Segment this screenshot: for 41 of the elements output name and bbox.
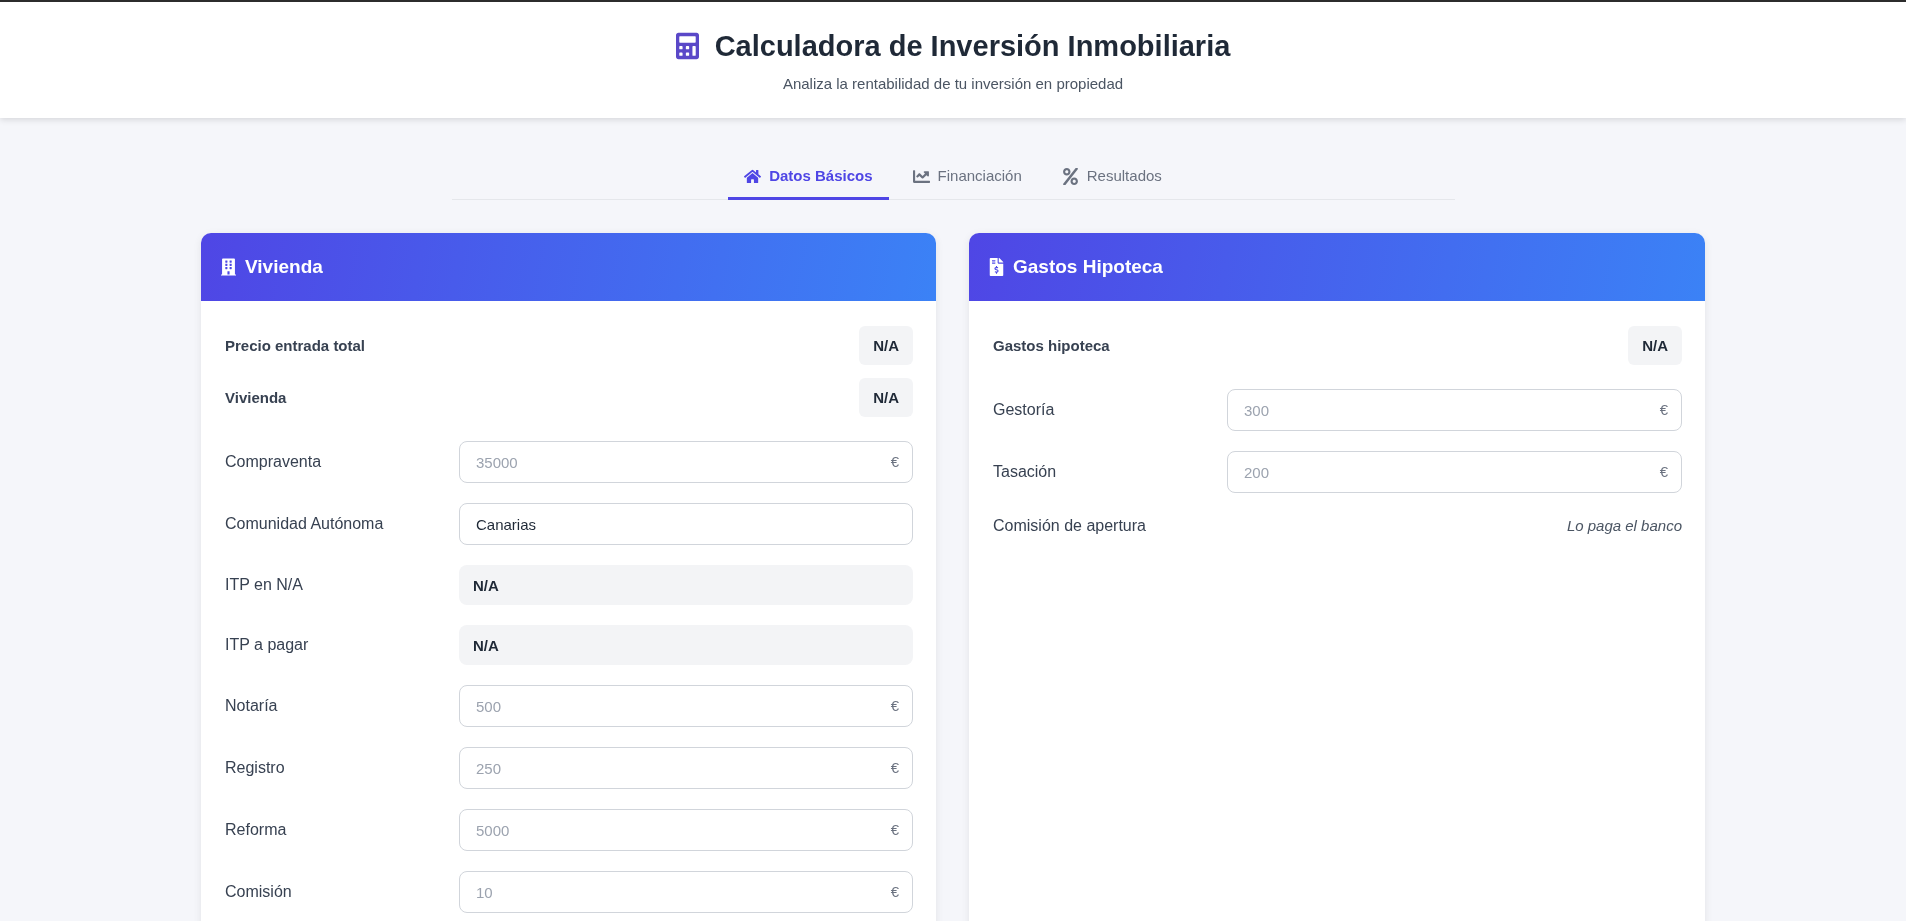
field-label: Vivienda [225,387,287,408]
value-badge: N/A [859,326,913,365]
field-label: Comisión [225,882,292,902]
currency-unit: € [890,883,899,901]
field-label: Compraventa [225,452,322,472]
value-badge: N/A [859,378,913,417]
field-label: Comunidad Autónoma [225,514,384,534]
dollar-document-icon [989,258,1004,276]
field-label: Tasación [993,462,1057,482]
note-text: Lo paga el banco [1566,516,1682,536]
app-title: Calculadora de Inversión Inmobiliaria [714,29,1231,64]
field-label: ITP a pagar [225,635,309,655]
input-field[interactable]: Canarias [459,503,913,545]
line-chart-icon [912,167,930,185]
field-label: Comisión de apertura [993,516,1146,536]
card-title: Gastos Hipoteca [1013,256,1163,278]
card-title: Vivienda [245,256,323,278]
field-label: Gastos hipoteca [993,335,1110,356]
house-icon [744,167,762,185]
calculator-icon [675,31,699,61]
currency-unit: € [890,821,899,839]
currency-unit: € [890,697,899,715]
currency-unit: € [890,453,899,471]
tab[interactable]: Datos Básicos [728,152,889,200]
currency-unit: € [1659,463,1668,481]
field-label: Notaría [225,696,278,716]
currency-unit: € [1659,401,1668,419]
building-icon [221,258,236,276]
app-subtitle: Analiza la rentabilidad de tu inversión en propiedad [782,74,1124,94]
percent-icon [1061,167,1079,185]
field-label: Reforma [225,820,287,840]
field-label: ITP en N/A [225,575,303,595]
field-label: Registro [225,758,285,778]
tab[interactable]: Resultados [1045,152,1178,200]
currency-unit: € [890,759,899,777]
field-label: Gestoría [993,400,1055,420]
readonly-field: N/A [459,625,913,665]
readonly-field: N/A [459,565,913,605]
field-label: Precio entrada total [225,335,366,356]
tab[interactable]: Financiación [896,152,1038,200]
value-badge: N/A [1628,326,1682,365]
